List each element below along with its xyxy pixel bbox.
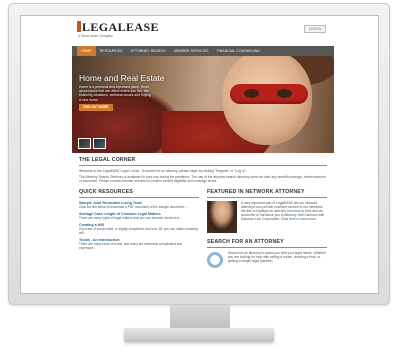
hero-red-mask — [230, 84, 308, 104]
resource-item: Sample Joint Revocable Living Trust Clic… — [79, 201, 199, 209]
nav-item-member-services[interactable]: MEMBER SERVICES — [170, 46, 213, 56]
featured-attorney-title: FEATURED IN NETWORK ATTORNEY — [207, 189, 327, 198]
resource-item: Creating a Will If you are of sound mind… — [79, 223, 199, 235]
resource-desc: There are many kinds of trusts, and many… — [79, 241, 183, 250]
login-button[interactable]: LOG IN — [303, 25, 326, 33]
resource-desc: There are many types of legal matters th… — [79, 215, 182, 220]
site-header: LEGALEASE A Stone Acorn Company LOG IN — [72, 16, 334, 46]
monitor-base — [124, 328, 274, 342]
legal-corner-section: THE LEGAL CORNER Welcome to the LegalEAS… — [72, 153, 334, 187]
content-columns: QUICK RESOURCES Sample Joint Revocable L… — [72, 187, 334, 268]
legal-corner-intro: Welcome to the LegalEASE Legal Corner. T… — [79, 169, 247, 173]
hero-thumbnail-2[interactable] — [93, 138, 106, 149]
right-column: FEATURED IN NETWORK ATTORNEY A very impo… — [207, 189, 327, 268]
search-attorney-block: Search for an attorney to assist you wit… — [207, 251, 327, 268]
find-out-more-button[interactable]: FIND OUT MORE — [79, 104, 113, 111]
search-circle-icon[interactable] — [207, 251, 223, 268]
attorney-photo — [207, 200, 237, 233]
hero-banner: Home and Real Estate Home is a personal … — [72, 56, 334, 153]
quick-resources-title: QUICK RESOURCES — [79, 189, 199, 198]
hero-text: Home is a personal and important place. … — [79, 85, 151, 102]
site-logo[interactable]: LEGALEASE — [77, 20, 159, 35]
logo-mark-icon — [77, 21, 81, 32]
monitor-frame: LEGALEASE A Stone Acorn Company LOG IN H… — [8, 3, 390, 305]
monitor-screen: LEGALEASE A Stone Acorn Company LOG IN H… — [20, 15, 379, 294]
resource-desc: If you are of sound mind, or legally com… — [79, 226, 198, 235]
main-nav: HOME RESOURCES ATTORNEY SEARCH MEMBER SE… — [72, 46, 334, 56]
nav-item-attorney-search[interactable]: ATTORNEY SEARCH — [127, 46, 170, 56]
featured-attorney: A very important part of LegalEASE are o… — [207, 200, 327, 233]
logo-text: LEGALEASE — [82, 20, 159, 34]
nav-item-resources[interactable]: RESOURCES — [96, 46, 127, 56]
resource-item: Trusts - An Introduction There are many … — [79, 238, 199, 250]
hero-eye-right — [277, 89, 292, 98]
nav-item-home[interactable]: HOME — [77, 46, 96, 56]
resource-desc: Click the link below to download a PDF d… — [79, 204, 187, 209]
search-attorney-text: Search for an attorney to assist you wit… — [228, 250, 327, 264]
hero-thumbnails — [78, 138, 106, 149]
learn-more-link[interactable]: Click here to learn more. — [281, 217, 317, 221]
website-page: LEGALEASE A Stone Acorn Company LOG IN H… — [72, 16, 334, 293]
quick-resources-column: QUICK RESOURCES Sample Joint Revocable L… — [79, 189, 199, 268]
legal-corner-title: THE LEGAL CORNER — [79, 157, 327, 166]
featured-attorney-text: A very important part of LegalEASE are o… — [241, 201, 327, 233]
resource-item: Average Case Length of Common Legal Matt… — [79, 212, 199, 220]
hero-title: Home and Real Estate — [79, 73, 165, 83]
hero-thumbnail-1[interactable] — [78, 138, 91, 149]
logo-tagline: A Stone Acorn Company — [78, 34, 113, 38]
legal-corner-body: The Attorney Search Directory is availab… — [79, 175, 326, 184]
nav-item-financial-counseling[interactable]: FINANCIAL COUNSELING — [213, 46, 264, 56]
hero-eye-left — [244, 89, 259, 98]
search-attorney-title: SEARCH FOR AN ATTORNEY — [207, 239, 327, 248]
